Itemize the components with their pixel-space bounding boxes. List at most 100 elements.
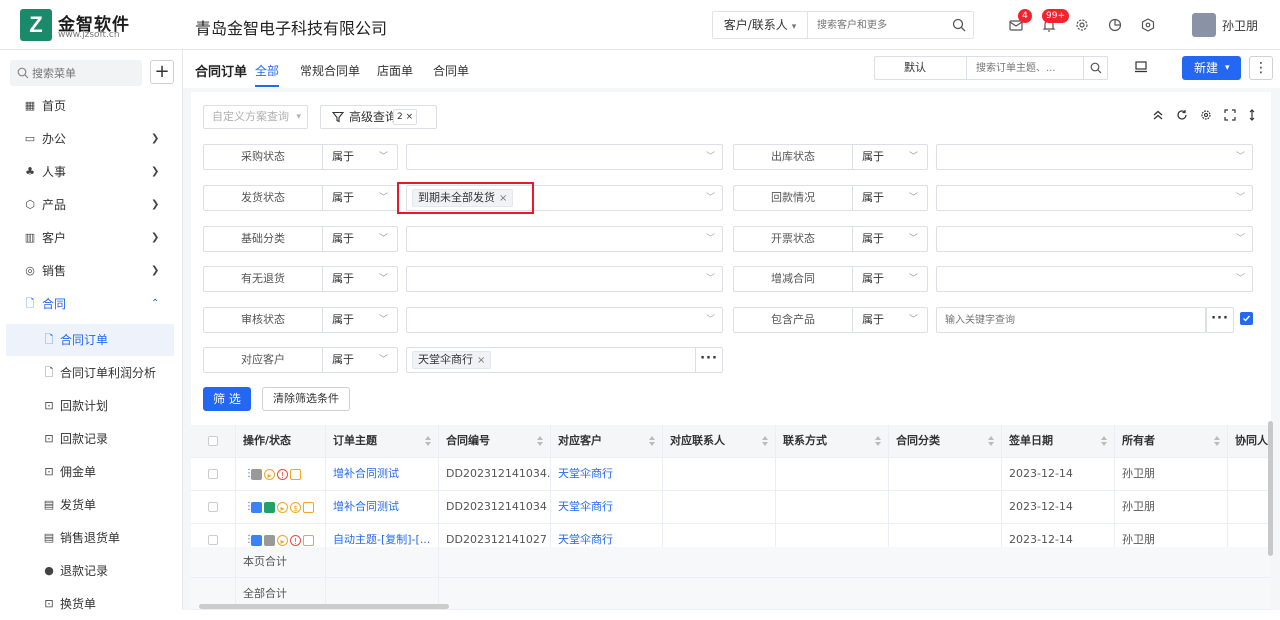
kebab-icon[interactable]: ⋮ [244, 491, 254, 523]
column-header[interactable]: 对应客户 [551, 425, 663, 458]
user-icon[interactable] [264, 534, 275, 546]
refresh-icon[interactable] [1174, 107, 1190, 123]
tab-store-order[interactable]: 店面单 [377, 62, 413, 79]
fullscreen-icon[interactable] [1222, 107, 1238, 123]
user-icon[interactable] [264, 501, 275, 513]
sidebar-subitem-commission[interactable]: ⊡ 佣金单 [0, 456, 183, 488]
sidebar-item-office[interactable]: ▭ 办公 ❯ [0, 123, 183, 155]
filter-operator-select[interactable]: 属于 ﹀ [323, 144, 398, 170]
custom-query-select[interactable]: 自定义方案查询 ▾ [203, 105, 308, 129]
filter-value-select[interactable]: ﹀ [936, 226, 1253, 252]
note-icon[interactable] [290, 468, 301, 480]
advanced-query-count[interactable]: 2 × [393, 109, 418, 125]
document-icon[interactable] [251, 534, 262, 546]
kebab-icon[interactable]: ⋮ [244, 458, 254, 490]
logo[interactable]: Z 金智软件 www.jzsoft.cn [20, 9, 160, 43]
more-options-button[interactable]: ··· [1206, 307, 1234, 333]
sidebar-subitem-contract-order[interactable]: 🗋 合同订单 [6, 324, 174, 356]
more-options-button[interactable]: ··· [695, 347, 723, 373]
filter-value-select[interactable]: ﹀ [406, 226, 723, 252]
row-checkbox[interactable] [208, 535, 218, 545]
horizontal-scrollbar[interactable] [199, 604, 449, 609]
filter-operator-select[interactable]: 属于 ﹀ [853, 266, 928, 292]
sidebar-subitem-exchange[interactable]: ⊡ 换货单 [0, 588, 183, 620]
add-menu-button[interactable]: + [150, 60, 174, 84]
search-icon[interactable] [1083, 56, 1108, 80]
global-search-input[interactable] [809, 12, 945, 38]
column-header[interactable]: 合同编号 [439, 425, 551, 458]
tab-regular-contract[interactable]: 常规合同单 [300, 62, 360, 79]
order-search-input[interactable] [966, 56, 1084, 80]
vertical-scrollbar[interactable] [1268, 421, 1273, 556]
close-icon[interactable]: × [406, 112, 414, 122]
filter-value-select[interactable]: ﹀ [936, 144, 1253, 170]
more-options-button[interactable]: ⋮ [1249, 56, 1273, 80]
sidebar-item-customer[interactable]: ▥ 客户 ❯ [0, 222, 183, 254]
gear-icon[interactable] [1072, 15, 1092, 35]
filter-button[interactable]: 筛 选 [203, 387, 251, 411]
sidebar-item-home[interactable]: ▦ 首页 [0, 90, 183, 122]
clear-filters-button[interactable]: 清除筛选条件 [262, 387, 350, 411]
filter-operator-select[interactable]: 属于 ﹀ [853, 226, 928, 252]
column-height-icon[interactable] [1244, 107, 1260, 123]
search-scope-select[interactable]: 客户/联系人 ▾ [713, 12, 808, 38]
tab-all[interactable]: 全部 [255, 62, 280, 87]
sidebar-item-personnel[interactable]: ♣ 人事 ❯ [0, 156, 183, 188]
close-icon[interactable]: × [477, 355, 485, 366]
filter-value-select[interactable]: ﹀ [936, 185, 1253, 211]
row-checkbox[interactable] [208, 502, 218, 512]
sidebar-subitem-sales-return[interactable]: ▤ 销售退货单 [0, 522, 183, 554]
settings-icon[interactable] [1198, 107, 1214, 123]
sidebar-subitem-payment-record[interactable]: ⊡ 回款记录 [0, 423, 183, 455]
select-all-checkbox[interactable] [208, 436, 218, 446]
chart-icon[interactable] [1105, 15, 1125, 35]
sidebar-subitem-delivery[interactable]: ▤ 发货单 [0, 489, 183, 521]
customer-link[interactable]: 天堂伞商行 [551, 491, 663, 524]
filter-operator-select[interactable]: 属于 ﹀ [323, 266, 398, 292]
sidebar-subitem-payment-plan[interactable]: ⊡ 回款计划 [0, 390, 183, 422]
play-icon[interactable]: ▸ [264, 468, 275, 480]
include-product-checkbox[interactable] [1240, 312, 1253, 325]
monitor-icon[interactable] [1134, 60, 1148, 77]
column-header[interactable]: 联系方式 [776, 425, 889, 458]
sidebar-item-contract[interactable]: 🗋 合同 ⌃ [0, 288, 183, 320]
filter-operator-select[interactable]: 属于 ﹀ [853, 144, 928, 170]
filter-operator-select[interactable]: 属于 ﹀ [323, 185, 398, 211]
bell-icon[interactable]: 99+ [1039, 9, 1069, 35]
filter-operator-select[interactable]: 属于 ﹀ [853, 307, 928, 333]
document-icon[interactable] [251, 501, 262, 513]
user-icon[interactable] [251, 468, 262, 480]
sidebar-item-product[interactable]: ⬡ 产品 ❯ [0, 189, 183, 221]
search-icon[interactable] [945, 12, 973, 38]
play-icon[interactable]: ▸ [277, 534, 288, 546]
order-subject[interactable]: 增补合同测试 [326, 491, 439, 524]
product-keyword-input[interactable] [945, 312, 1195, 328]
collapse-up-icon[interactable] [1150, 107, 1166, 123]
money-icon[interactable]: $ [290, 501, 301, 513]
column-header[interactable]: 签单日期 [1002, 425, 1115, 458]
message-icon[interactable]: 4 [1006, 9, 1032, 35]
customer-link[interactable]: 天堂伞商行 [551, 458, 663, 491]
filter-operator-select[interactable]: 属于 ﹀ [323, 347, 398, 373]
sidebar-subitem-profit-analysis[interactable]: 🗋 合同订单利润分析 [0, 357, 183, 389]
row-checkbox[interactable] [208, 469, 218, 479]
filter-operator-select[interactable]: 属于 ﹀ [323, 226, 398, 252]
warning-icon[interactable]: ! [290, 534, 301, 546]
menu-search-input[interactable] [32, 64, 137, 82]
play-icon[interactable]: ▸ [277, 501, 288, 513]
order-subject[interactable]: 增补合同测试 [326, 458, 439, 491]
note-icon[interactable] [303, 534, 314, 546]
warning-icon[interactable]: ! [277, 468, 288, 480]
view-select[interactable]: 默认 [874, 56, 966, 80]
filter-value-select[interactable]: 天堂伞商行 × [406, 347, 696, 373]
new-button[interactable]: 新建 ▾ [1182, 56, 1241, 80]
sidebar-item-sales[interactable]: ◎ 销售 ❯ [0, 255, 183, 287]
column-header[interactable]: 对应联系人 [663, 425, 776, 458]
tag-icon[interactable] [303, 501, 314, 513]
tab-contract-order[interactable]: 合同单 [433, 62, 469, 79]
filter-value-select[interactable]: ﹀ [406, 307, 723, 333]
filter-operator-select[interactable]: 属于 ﹀ [323, 307, 398, 333]
filter-operator-select[interactable]: 属于 ﹀ [853, 185, 928, 211]
advanced-query-button[interactable]: 高级查询 2 × [320, 105, 437, 129]
column-header[interactable]: 合同分类 [889, 425, 1002, 458]
